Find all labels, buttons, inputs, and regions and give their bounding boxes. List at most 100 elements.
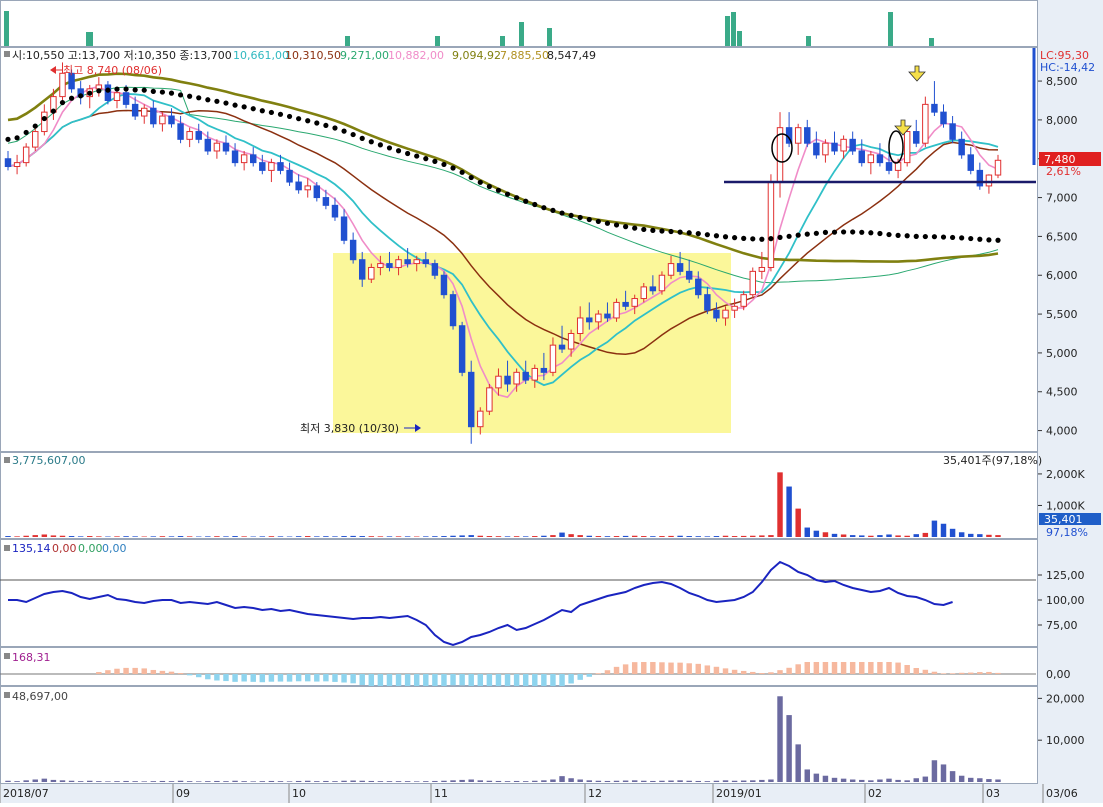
bottom-bar bbox=[405, 781, 410, 782]
dot-marker bbox=[378, 142, 383, 147]
candle-body bbox=[632, 299, 637, 307]
candle-body bbox=[741, 295, 746, 307]
volume-bar bbox=[623, 536, 628, 537]
candle-body bbox=[350, 240, 355, 259]
dot-marker bbox=[423, 156, 428, 161]
bottom-bar bbox=[114, 781, 119, 782]
x-axis-label: 12 bbox=[588, 787, 602, 800]
macd-bar bbox=[441, 674, 446, 686]
candle-body bbox=[795, 128, 800, 144]
bottom-bar bbox=[741, 781, 746, 782]
ma-legend-1: 10,661,00 bbox=[233, 49, 289, 62]
volume-bar bbox=[69, 536, 74, 537]
dot-marker bbox=[169, 91, 174, 96]
volume-bar bbox=[914, 534, 919, 537]
bottom-bar bbox=[705, 781, 710, 782]
x-axis-label: 2018/07 bbox=[3, 787, 49, 800]
volume-bar bbox=[605, 536, 610, 537]
top-bar bbox=[547, 28, 552, 46]
dot-marker bbox=[69, 96, 74, 101]
dot-marker bbox=[478, 180, 483, 185]
bottom-bar bbox=[668, 781, 673, 782]
bottom-bar bbox=[232, 781, 237, 782]
volume-bar bbox=[132, 536, 137, 537]
bottom-bar bbox=[968, 778, 973, 782]
dot-marker bbox=[741, 236, 746, 241]
volume-bar bbox=[632, 536, 637, 537]
top-bar bbox=[725, 16, 730, 46]
dot-marker bbox=[705, 232, 710, 237]
macd-bar bbox=[132, 668, 137, 674]
dot-marker bbox=[450, 165, 455, 170]
macd-bar bbox=[705, 665, 710, 674]
macd-bar bbox=[478, 674, 483, 686]
bottom-bar bbox=[260, 781, 265, 782]
ma-legend-4: 10,882,00 bbox=[388, 49, 444, 62]
bottom-bar bbox=[959, 776, 964, 782]
macd-bar bbox=[450, 674, 455, 685]
dot-marker bbox=[251, 106, 256, 111]
stock-chart[interactable]: 8,5008,0007,5007,0006,5006,0005,5005,000… bbox=[0, 0, 1103, 803]
candle-body bbox=[341, 217, 346, 240]
dot-marker bbox=[78, 93, 83, 98]
volume-bar bbox=[269, 536, 274, 537]
candle-body bbox=[968, 155, 973, 171]
volume-badge-text: 35,401 bbox=[1044, 513, 1083, 526]
candle-body bbox=[232, 151, 237, 163]
volume-bar bbox=[232, 536, 237, 537]
macd-bar bbox=[723, 668, 728, 674]
macd-bar bbox=[850, 662, 855, 674]
ma-legend-3: 9,271,00 bbox=[340, 49, 389, 62]
dot-marker bbox=[460, 170, 465, 175]
volume-bar bbox=[577, 535, 582, 537]
dot-marker bbox=[514, 195, 519, 200]
dot-marker bbox=[42, 116, 47, 121]
volume-bar bbox=[432, 536, 437, 537]
macd-bar bbox=[632, 662, 637, 674]
dot-marker bbox=[859, 230, 864, 235]
dot-marker bbox=[614, 222, 619, 227]
bottom-bar bbox=[487, 781, 492, 782]
dot-marker bbox=[986, 237, 991, 242]
dot-marker bbox=[369, 139, 374, 144]
bottom-bar bbox=[441, 781, 446, 782]
macd-bar bbox=[369, 674, 374, 686]
macd-bar bbox=[923, 670, 928, 674]
macd-bar bbox=[805, 662, 810, 674]
volume-bar bbox=[832, 534, 837, 537]
dot-marker bbox=[805, 232, 810, 237]
dot-marker bbox=[351, 132, 356, 137]
bottom-bar bbox=[160, 781, 165, 782]
volume-bar bbox=[96, 536, 101, 537]
price-axis-label: 4,000 bbox=[1046, 425, 1078, 438]
bottom-bar bbox=[178, 781, 183, 782]
dot-marker bbox=[877, 231, 882, 236]
top-bar bbox=[519, 22, 524, 46]
bottom-bar bbox=[132, 781, 137, 782]
candle-body bbox=[623, 302, 628, 306]
dot-marker bbox=[714, 233, 719, 238]
bottom-bar bbox=[587, 780, 592, 782]
bottom-bar bbox=[932, 760, 937, 782]
bottom-bar bbox=[341, 781, 346, 782]
bottom-bar bbox=[23, 780, 28, 782]
bottom-bar bbox=[459, 780, 464, 782]
bottom-bar bbox=[223, 781, 228, 782]
candle-body bbox=[532, 368, 537, 380]
candle-body bbox=[423, 260, 428, 264]
volume-bar bbox=[759, 535, 764, 537]
volume-bar bbox=[214, 536, 219, 537]
bottom-bar bbox=[832, 778, 837, 782]
volume-bar bbox=[814, 531, 819, 537]
bottom-bar bbox=[414, 781, 419, 782]
osc-axis-label: 100,00 bbox=[1046, 594, 1085, 607]
svg-text:최고 8,740 (08/06): 최고 8,740 (08/06) bbox=[63, 64, 162, 77]
volume-bar bbox=[23, 536, 28, 537]
macd-bar bbox=[714, 667, 719, 674]
dot-marker bbox=[396, 148, 401, 153]
macd-bar bbox=[223, 674, 228, 681]
candle-body bbox=[641, 287, 646, 299]
volume-bar bbox=[932, 521, 937, 537]
candle-body bbox=[296, 182, 301, 190]
dot-marker bbox=[841, 229, 846, 234]
